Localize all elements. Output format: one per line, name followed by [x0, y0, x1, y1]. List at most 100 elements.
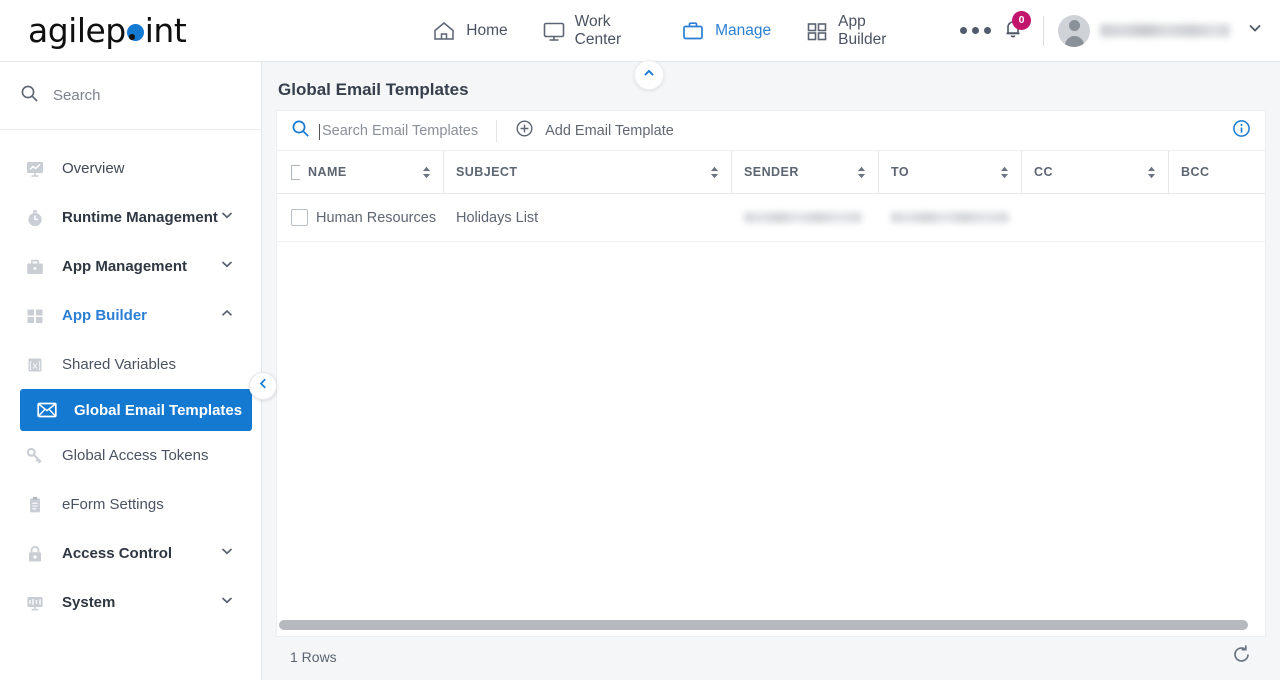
sort-cc-icon[interactable]: [1147, 166, 1156, 179]
sidebar-item-overview[interactable]: Overview: [0, 144, 261, 193]
sort-subject-icon[interactable]: [710, 166, 719, 179]
sidebar-item-access-control-label: Access Control: [62, 545, 173, 562]
top-right-controls: 0: [991, 10, 1280, 51]
info-button[interactable]: [1232, 119, 1251, 143]
sidebar: Search Overview Runtime Management App M…: [0, 62, 262, 680]
sidebar-item-app-builder[interactable]: App Builder: [0, 291, 261, 340]
nav-item-home[interactable]: Home: [431, 19, 508, 43]
add-email-template-label: Add Email Template: [545, 122, 674, 139]
sidebar-search[interactable]: Search: [0, 62, 261, 130]
chevron-down-icon[interactable]: [1246, 19, 1264, 42]
sidebar-item-eform-settings-label: eForm Settings: [62, 496, 164, 513]
sidebar-item-eform-settings[interactable]: eForm Settings: [0, 480, 261, 529]
sidebar-item-runtime-management-label: Runtime Management: [62, 209, 218, 226]
top-divider: [1043, 15, 1044, 46]
sort-name-icon[interactable]: [422, 166, 431, 179]
stopwatch-icon: [22, 208, 48, 228]
grid-header-name-label: NAME: [308, 165, 347, 179]
sidebar-item-system[interactable]: System: [0, 578, 261, 627]
toolbar-divider: [496, 119, 498, 142]
header-collapse-button[interactable]: [634, 60, 664, 90]
notification-badge: 0: [1012, 10, 1031, 30]
search-email-templates-input[interactable]: Search Email Templates: [291, 119, 478, 143]
scrollbar-thumb[interactable]: [279, 620, 1249, 630]
notifications-button[interactable]: 0: [991, 10, 1035, 51]
chevron-down-icon[interactable]: [219, 543, 235, 564]
top-navigation-bar: agilep int Home Work Center Manage App B…: [0, 0, 1280, 62]
row-checkbox[interactable]: [291, 209, 308, 226]
nav-item-manage[interactable]: Manage: [680, 19, 771, 43]
logo-dot-accent: [128, 34, 135, 40]
page-title: Global Email Templates: [278, 80, 469, 99]
logo-text-part2: int: [144, 11, 187, 50]
sidebar-item-shared-variables[interactable]: [x] Shared Variables: [0, 340, 261, 389]
nav-overflow-menu-icon[interactable]: [960, 27, 991, 34]
grid-header-bcc[interactable]: BCC: [1169, 151, 1265, 193]
sort-sender-icon[interactable]: [857, 166, 866, 179]
chevron-down-icon[interactable]: [219, 207, 235, 228]
username-redacted: [1100, 24, 1230, 37]
sender-email-redacted: [744, 212, 862, 223]
sidebar-item-access-control[interactable]: Access Control: [0, 529, 261, 578]
sidebar-collapse-button[interactable]: [249, 372, 277, 400]
chevron-down-icon[interactable]: [219, 592, 235, 613]
agilepoint-logo[interactable]: agilep int: [28, 11, 187, 50]
avatar: [1058, 14, 1090, 47]
content-area: Global Email Templates Search Email Temp…: [262, 60, 1280, 680]
grid-header-subject-label: SUBJECT: [456, 165, 518, 179]
cell-sender: [732, 212, 879, 223]
text-cursor: [319, 123, 320, 140]
monitor-icon: [542, 19, 566, 43]
sidebar-item-system-label: System: [62, 594, 116, 611]
table-row[interactable]: Human Resources Holidays List: [277, 194, 1265, 242]
grid-header-to[interactable]: TO: [879, 151, 1022, 193]
nav-item-work-center[interactable]: Work Center: [542, 13, 646, 49]
nav-item-work-center-label: Work Center: [574, 12, 622, 48]
grid-header-to-label: TO: [891, 165, 910, 179]
info-icon: [1232, 119, 1251, 143]
grid-header-subject[interactable]: SUBJECT: [444, 151, 732, 193]
chevron-down-icon[interactable]: [219, 256, 235, 277]
sidebar-item-global-access-tokens[interactable]: Global Access Tokens: [0, 431, 261, 480]
email-templates-grid: NAME SUBJECT SENDER TO CC BCC Human Reso…: [276, 150, 1266, 637]
chart-monitor-icon: [22, 159, 48, 179]
sidebar-item-runtime-management[interactable]: Runtime Management: [0, 193, 261, 242]
nav-item-manage-label: Manage: [715, 21, 772, 39]
grid-icon: [805, 19, 829, 43]
grid-header-cc[interactable]: CC: [1022, 151, 1169, 193]
select-all-checkbox[interactable]: [291, 164, 300, 180]
horizontal-scrollbar[interactable]: [277, 620, 1265, 630]
briefcase-icon: [22, 257, 48, 277]
search-icon: [291, 119, 310, 143]
nav-item-app-builder[interactable]: App Builder: [805, 13, 904, 49]
grid-header-name[interactable]: NAME: [277, 151, 444, 193]
logo-text-part1: agilep: [28, 11, 126, 50]
grid-header-row: NAME SUBJECT SENDER TO CC BCC: [277, 151, 1265, 194]
svg-text:[x]: [x]: [29, 361, 41, 371]
application-window: agilep int Home Work Center Manage App B…: [0, 0, 1280, 680]
user-menu[interactable]: [1058, 14, 1264, 47]
chevron-up-icon[interactable]: [219, 305, 235, 326]
grid-header-sender[interactable]: SENDER: [732, 151, 879, 193]
briefcase-icon: [680, 19, 706, 43]
system-monitor-icon: [22, 593, 48, 613]
sidebar-item-app-management[interactable]: App Management: [0, 242, 261, 291]
search-icon: [20, 84, 39, 108]
cell-to: [879, 212, 1022, 223]
grid-header-bcc-label: BCC: [1181, 165, 1210, 179]
add-email-template-button[interactable]: Add Email Template: [515, 119, 674, 143]
refresh-button[interactable]: [1231, 644, 1252, 670]
sidebar-item-global-email-templates[interactable]: Global Email Templates: [20, 389, 252, 431]
home-icon: [431, 19, 457, 43]
sidebar-item-app-management-label: App Management: [62, 258, 188, 275]
chevron-up-icon: [642, 66, 656, 85]
chevron-left-icon: [257, 377, 270, 395]
sidebar-item-global-access-tokens-label: Global Access Tokens: [62, 447, 209, 464]
grid-icon: [22, 306, 48, 326]
search-placeholder-text: Search Email Templates: [322, 122, 479, 139]
avatar-head: [1068, 19, 1080, 31]
sort-to-icon[interactable]: [1000, 166, 1009, 179]
toolbar: Search Email Templates Add Email Templat…: [276, 110, 1266, 150]
search-placeholder: Search Email Templates: [319, 122, 479, 140]
grid-header-sender-label: SENDER: [744, 165, 799, 179]
